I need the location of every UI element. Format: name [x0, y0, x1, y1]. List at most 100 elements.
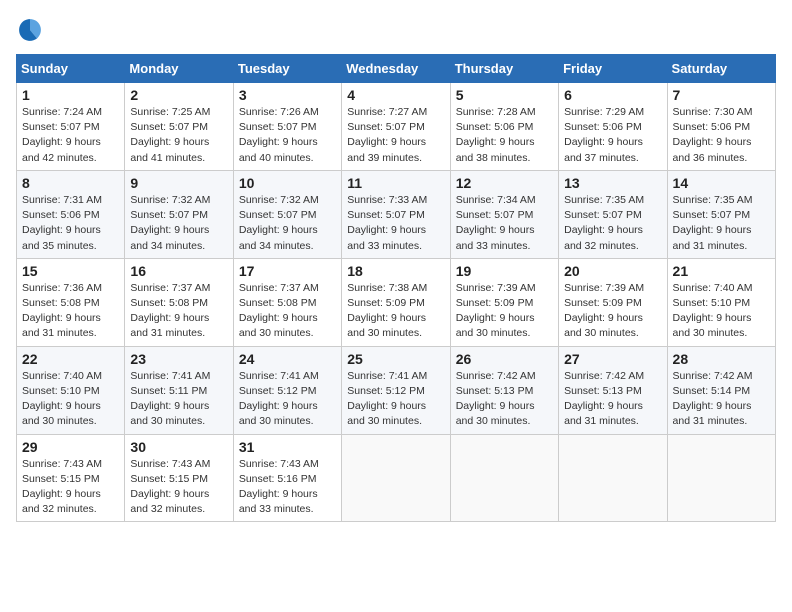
day-number: 13 [564, 175, 661, 191]
day-cell: 10 Sunrise: 7:32 AMSunset: 5:07 PMDaylig… [233, 170, 341, 258]
day-info: Sunrise: 7:41 AMSunset: 5:12 PMDaylight:… [347, 370, 427, 428]
day-cell: 6 Sunrise: 7:29 AMSunset: 5:06 PMDayligh… [559, 83, 667, 171]
day-number: 25 [347, 351, 444, 367]
calendar-week-row: 22 Sunrise: 7:40 AMSunset: 5:10 PMDaylig… [17, 346, 776, 434]
day-cell: 4 Sunrise: 7:27 AMSunset: 5:07 PMDayligh… [342, 83, 450, 171]
day-cell: 5 Sunrise: 7:28 AMSunset: 5:06 PMDayligh… [450, 83, 558, 171]
calendar-header-row: SundayMondayTuesdayWednesdayThursdayFrid… [17, 55, 776, 83]
day-cell: 18 Sunrise: 7:38 AMSunset: 5:09 PMDaylig… [342, 258, 450, 346]
day-number: 7 [673, 87, 770, 103]
day-info: Sunrise: 7:38 AMSunset: 5:09 PMDaylight:… [347, 282, 427, 340]
empty-day-cell [342, 434, 450, 522]
day-number: 4 [347, 87, 444, 103]
empty-day-cell [450, 434, 558, 522]
day-info: Sunrise: 7:25 AMSunset: 5:07 PMDaylight:… [130, 106, 210, 164]
day-number: 22 [22, 351, 119, 367]
weekday-header: Tuesday [233, 55, 341, 83]
weekday-header: Wednesday [342, 55, 450, 83]
weekday-header: Friday [559, 55, 667, 83]
day-number: 18 [347, 263, 444, 279]
weekday-header: Sunday [17, 55, 125, 83]
day-number: 20 [564, 263, 661, 279]
day-number: 21 [673, 263, 770, 279]
day-number: 17 [239, 263, 336, 279]
day-cell: 27 Sunrise: 7:42 AMSunset: 5:13 PMDaylig… [559, 346, 667, 434]
logo-icon [16, 16, 44, 44]
day-info: Sunrise: 7:37 AMSunset: 5:08 PMDaylight:… [239, 282, 319, 340]
empty-day-cell [667, 434, 775, 522]
day-number: 12 [456, 175, 553, 191]
day-info: Sunrise: 7:42 AMSunset: 5:13 PMDaylight:… [564, 370, 644, 428]
day-number: 16 [130, 263, 227, 279]
day-info: Sunrise: 7:39 AMSunset: 5:09 PMDaylight:… [456, 282, 536, 340]
day-cell: 16 Sunrise: 7:37 AMSunset: 5:08 PMDaylig… [125, 258, 233, 346]
day-info: Sunrise: 7:33 AMSunset: 5:07 PMDaylight:… [347, 194, 427, 252]
day-info: Sunrise: 7:28 AMSunset: 5:06 PMDaylight:… [456, 106, 536, 164]
day-number: 1 [22, 87, 119, 103]
calendar-week-row: 15 Sunrise: 7:36 AMSunset: 5:08 PMDaylig… [17, 258, 776, 346]
day-cell: 23 Sunrise: 7:41 AMSunset: 5:11 PMDaylig… [125, 346, 233, 434]
day-info: Sunrise: 7:41 AMSunset: 5:12 PMDaylight:… [239, 370, 319, 428]
day-cell: 20 Sunrise: 7:39 AMSunset: 5:09 PMDaylig… [559, 258, 667, 346]
day-info: Sunrise: 7:41 AMSunset: 5:11 PMDaylight:… [130, 370, 210, 428]
day-cell: 14 Sunrise: 7:35 AMSunset: 5:07 PMDaylig… [667, 170, 775, 258]
day-info: Sunrise: 7:26 AMSunset: 5:07 PMDaylight:… [239, 106, 319, 164]
calendar-table: SundayMondayTuesdayWednesdayThursdayFrid… [16, 54, 776, 522]
day-number: 11 [347, 175, 444, 191]
day-cell: 3 Sunrise: 7:26 AMSunset: 5:07 PMDayligh… [233, 83, 341, 171]
day-cell: 26 Sunrise: 7:42 AMSunset: 5:13 PMDaylig… [450, 346, 558, 434]
day-info: Sunrise: 7:32 AMSunset: 5:07 PMDaylight:… [239, 194, 319, 252]
day-number: 26 [456, 351, 553, 367]
day-info: Sunrise: 7:29 AMSunset: 5:06 PMDaylight:… [564, 106, 644, 164]
day-cell: 13 Sunrise: 7:35 AMSunset: 5:07 PMDaylig… [559, 170, 667, 258]
day-info: Sunrise: 7:42 AMSunset: 5:14 PMDaylight:… [673, 370, 753, 428]
day-info: Sunrise: 7:32 AMSunset: 5:07 PMDaylight:… [130, 194, 210, 252]
day-info: Sunrise: 7:34 AMSunset: 5:07 PMDaylight:… [456, 194, 536, 252]
day-info: Sunrise: 7:27 AMSunset: 5:07 PMDaylight:… [347, 106, 427, 164]
day-number: 3 [239, 87, 336, 103]
day-cell: 7 Sunrise: 7:30 AMSunset: 5:06 PMDayligh… [667, 83, 775, 171]
day-number: 19 [456, 263, 553, 279]
day-cell: 19 Sunrise: 7:39 AMSunset: 5:09 PMDaylig… [450, 258, 558, 346]
day-number: 23 [130, 351, 227, 367]
day-cell: 12 Sunrise: 7:34 AMSunset: 5:07 PMDaylig… [450, 170, 558, 258]
weekday-header: Thursday [450, 55, 558, 83]
day-info: Sunrise: 7:31 AMSunset: 5:06 PMDaylight:… [22, 194, 102, 252]
day-number: 9 [130, 175, 227, 191]
day-cell: 30 Sunrise: 7:43 AMSunset: 5:15 PMDaylig… [125, 434, 233, 522]
day-cell: 31 Sunrise: 7:43 AMSunset: 5:16 PMDaylig… [233, 434, 341, 522]
day-info: Sunrise: 7:35 AMSunset: 5:07 PMDaylight:… [564, 194, 644, 252]
day-info: Sunrise: 7:40 AMSunset: 5:10 PMDaylight:… [673, 282, 753, 340]
day-number: 10 [239, 175, 336, 191]
weekday-header: Monday [125, 55, 233, 83]
day-info: Sunrise: 7:30 AMSunset: 5:06 PMDaylight:… [673, 106, 753, 164]
day-info: Sunrise: 7:37 AMSunset: 5:08 PMDaylight:… [130, 282, 210, 340]
day-info: Sunrise: 7:40 AMSunset: 5:10 PMDaylight:… [22, 370, 102, 428]
page-header [16, 16, 776, 44]
day-info: Sunrise: 7:24 AMSunset: 5:07 PMDaylight:… [22, 106, 102, 164]
calendar-week-row: 1 Sunrise: 7:24 AMSunset: 5:07 PMDayligh… [17, 83, 776, 171]
day-number: 27 [564, 351, 661, 367]
day-info: Sunrise: 7:36 AMSunset: 5:08 PMDaylight:… [22, 282, 102, 340]
day-cell: 2 Sunrise: 7:25 AMSunset: 5:07 PMDayligh… [125, 83, 233, 171]
day-info: Sunrise: 7:39 AMSunset: 5:09 PMDaylight:… [564, 282, 644, 340]
day-info: Sunrise: 7:43 AMSunset: 5:15 PMDaylight:… [130, 458, 210, 516]
calendar-week-row: 8 Sunrise: 7:31 AMSunset: 5:06 PMDayligh… [17, 170, 776, 258]
day-number: 14 [673, 175, 770, 191]
day-number: 2 [130, 87, 227, 103]
day-info: Sunrise: 7:42 AMSunset: 5:13 PMDaylight:… [456, 370, 536, 428]
logo [16, 16, 48, 44]
day-number: 29 [22, 439, 119, 455]
day-cell: 21 Sunrise: 7:40 AMSunset: 5:10 PMDaylig… [667, 258, 775, 346]
day-info: Sunrise: 7:35 AMSunset: 5:07 PMDaylight:… [673, 194, 753, 252]
day-cell: 1 Sunrise: 7:24 AMSunset: 5:07 PMDayligh… [17, 83, 125, 171]
day-info: Sunrise: 7:43 AMSunset: 5:15 PMDaylight:… [22, 458, 102, 516]
day-cell: 22 Sunrise: 7:40 AMSunset: 5:10 PMDaylig… [17, 346, 125, 434]
day-cell: 24 Sunrise: 7:41 AMSunset: 5:12 PMDaylig… [233, 346, 341, 434]
day-number: 28 [673, 351, 770, 367]
day-info: Sunrise: 7:43 AMSunset: 5:16 PMDaylight:… [239, 458, 319, 516]
day-number: 15 [22, 263, 119, 279]
day-cell: 17 Sunrise: 7:37 AMSunset: 5:08 PMDaylig… [233, 258, 341, 346]
day-number: 24 [239, 351, 336, 367]
day-number: 31 [239, 439, 336, 455]
